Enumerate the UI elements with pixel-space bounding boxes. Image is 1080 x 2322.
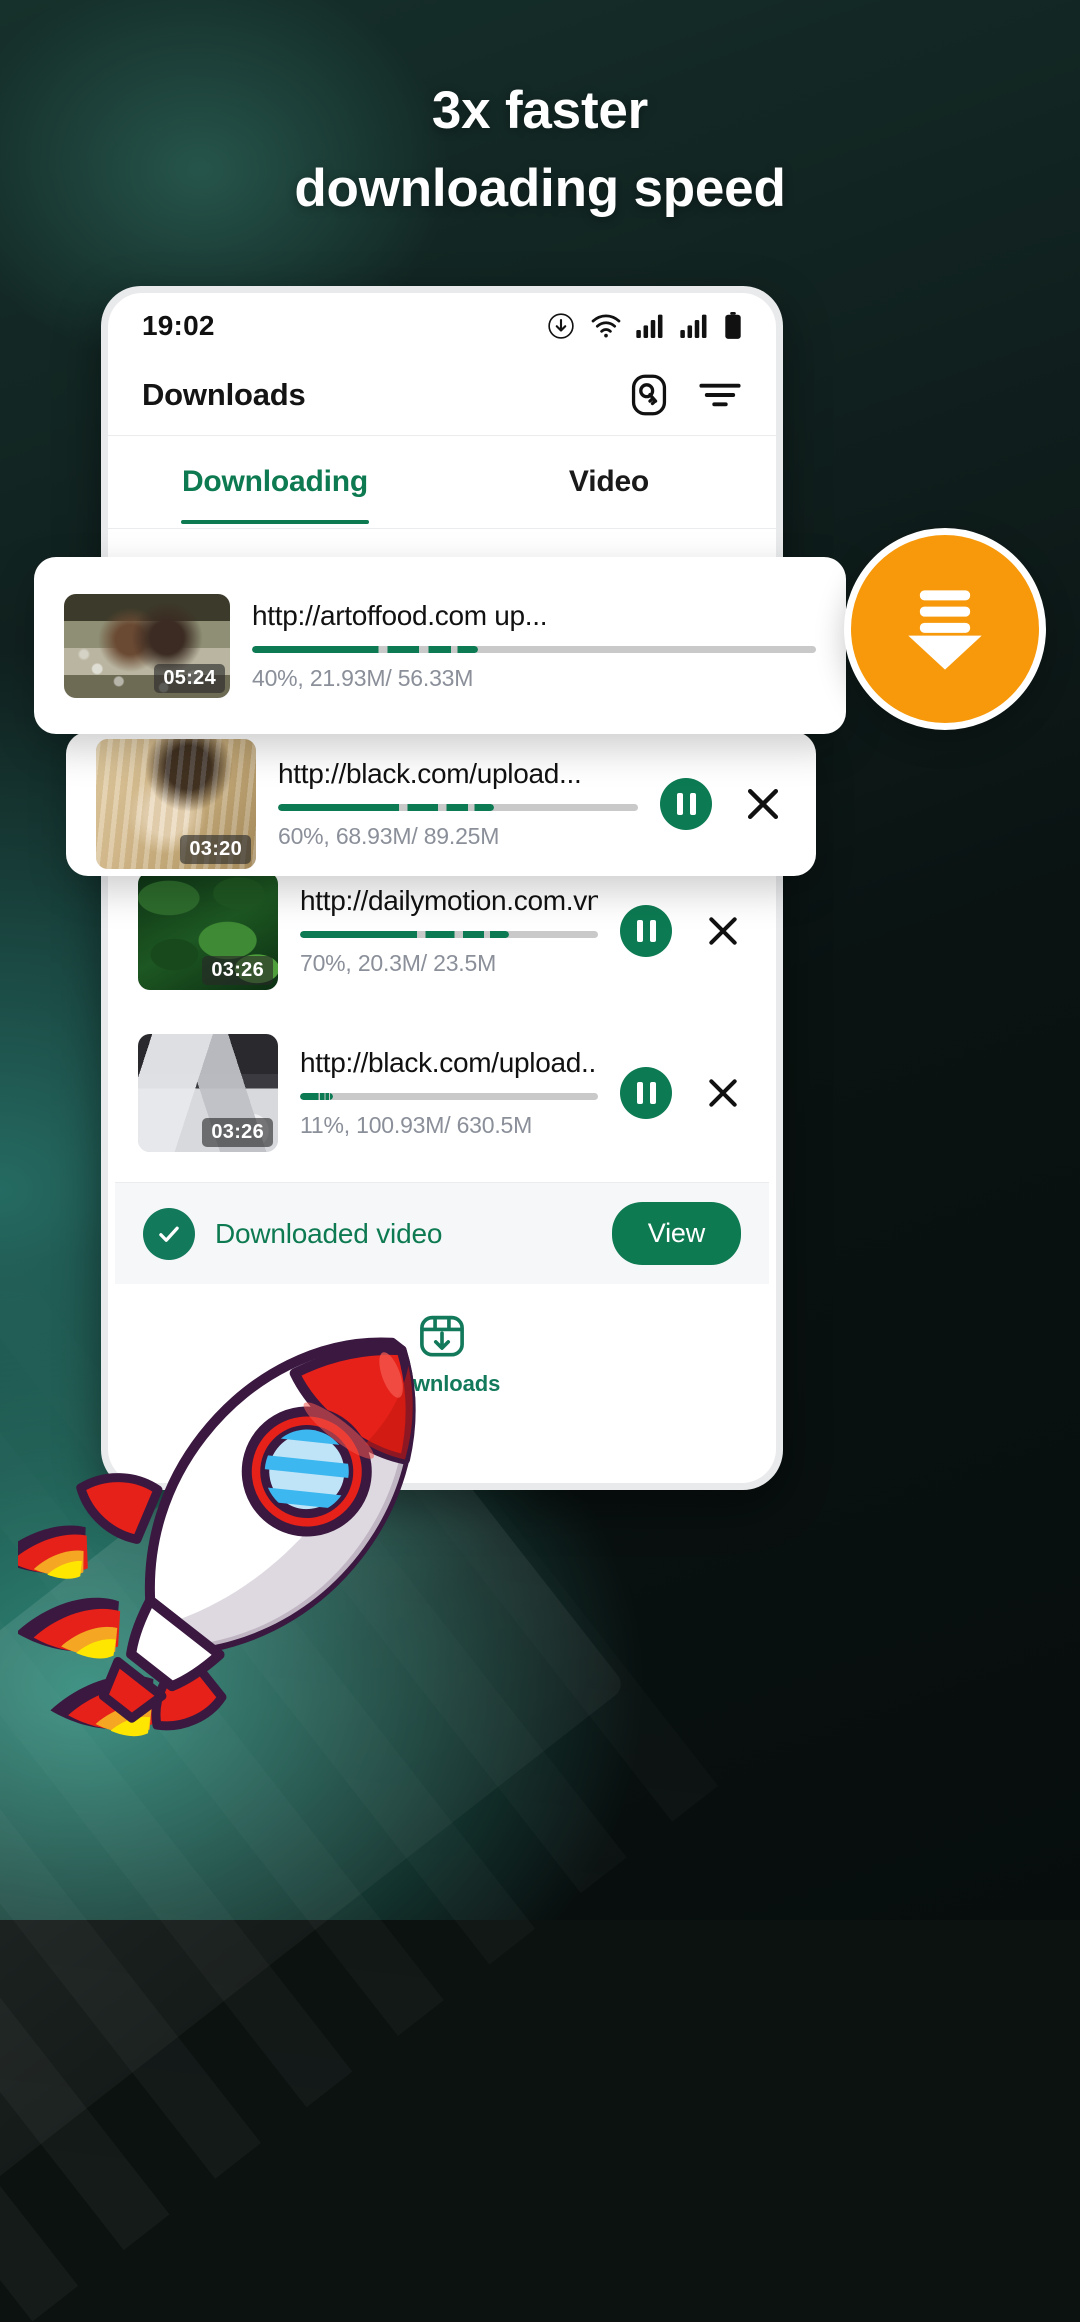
signal-icon xyxy=(680,314,707,338)
video-duration: 05:24 xyxy=(154,663,225,693)
status-icons xyxy=(546,311,742,341)
download-url: http://artoffood.com up... xyxy=(252,599,548,631)
cancel-button[interactable] xyxy=(700,908,746,954)
wifi-icon xyxy=(591,314,621,338)
signal-icon xyxy=(636,314,663,338)
rocket-illustration xyxy=(0,1240,478,1860)
progress-bar xyxy=(300,1093,598,1100)
key-button[interactable] xyxy=(626,372,672,418)
filter-button[interactable] xyxy=(698,376,742,414)
tab-active-indicator xyxy=(181,520,369,524)
download-actions xyxy=(660,778,786,830)
headline-line-2: downloading speed xyxy=(294,159,786,219)
download-row[interactable]: 03:26 http://black.com/upload... 11%, 10… xyxy=(108,1012,776,1174)
tab-downloading-label: Downloading xyxy=(181,465,369,498)
pause-button[interactable] xyxy=(620,1067,672,1119)
pause-button[interactable] xyxy=(660,778,712,830)
download-stats: 70%, 20.3M/ 23.5M xyxy=(300,950,497,976)
close-icon xyxy=(709,1079,737,1107)
app-bar: Downloads xyxy=(108,355,776,435)
progress-bar-fill xyxy=(278,804,494,811)
tab-downloading[interactable]: Downloading xyxy=(108,436,442,528)
download-row[interactable]: 05:24 http://artoffood.com up... 40%, 21… xyxy=(34,557,846,734)
progress-bar xyxy=(278,804,638,811)
tab-video[interactable]: Video xyxy=(442,436,776,528)
progress-bar-fill xyxy=(300,1093,333,1100)
download-circle-icon xyxy=(548,313,574,339)
download-stats: 40%, 21.93M/ 56.33M xyxy=(252,664,474,691)
close-icon xyxy=(747,788,779,820)
download-actions xyxy=(620,1067,746,1119)
cancel-button[interactable] xyxy=(700,1070,746,1116)
download-info: http://black.com/upload... 60%, 68.93M/ … xyxy=(278,758,638,850)
cancel-button[interactable] xyxy=(740,781,786,827)
download-row[interactable]: 03:20 http://black.com/upload... 60%, 68… xyxy=(66,732,816,876)
download-url: http://dailymotion.com.vn... xyxy=(300,885,598,916)
download-info: http://dailymotion.com.vn... 70%, 20.3M/… xyxy=(300,885,598,977)
progress-bar xyxy=(300,931,598,938)
status-time: 19:02 xyxy=(142,310,215,341)
download-actions xyxy=(620,905,746,957)
page-title: Downloads xyxy=(142,377,306,412)
filter-icon xyxy=(699,383,741,407)
download-stats: 60%, 68.93M/ 89.25M xyxy=(278,823,500,849)
tab-bar: Downloading Video xyxy=(108,436,776,528)
progress-bar-fill xyxy=(252,645,478,653)
promo-headline: 3x faster downloading speed xyxy=(0,72,1080,229)
progress-bar-fill xyxy=(300,931,509,938)
video-thumbnail[interactable]: 05:24 xyxy=(64,593,230,698)
progress-bar xyxy=(252,645,816,653)
view-button[interactable]: View xyxy=(611,1202,741,1265)
download-fab[interactable] xyxy=(844,528,1046,730)
download-info: http://black.com/upload... 11%, 100.93M/… xyxy=(300,1047,598,1139)
video-thumbnail[interactable]: 03:26 xyxy=(138,872,278,990)
key-icon xyxy=(631,374,667,416)
video-duration: 03:20 xyxy=(180,835,251,864)
close-icon xyxy=(709,917,737,945)
download-url: http://black.com/upload... xyxy=(300,1047,598,1078)
headline-line-1: 3x faster xyxy=(431,81,649,140)
video-duration: 03:26 xyxy=(202,1118,273,1147)
battery-icon xyxy=(725,312,741,339)
app-bar-actions xyxy=(626,372,742,418)
download-url: http://black.com/upload... xyxy=(278,758,582,789)
video-thumbnail[interactable]: 03:20 xyxy=(96,739,256,869)
rocket-graphic xyxy=(0,1337,416,1737)
pause-button[interactable] xyxy=(620,905,672,957)
video-duration: 03:26 xyxy=(202,956,273,985)
video-thumbnail[interactable]: 03:26 xyxy=(138,1034,278,1152)
status-bar: 19:02 xyxy=(108,293,776,355)
download-stats: 11%, 100.93M/ 630.5M xyxy=(300,1112,533,1138)
download-arrow-icon xyxy=(908,590,982,670)
tab-video-label: Video xyxy=(568,465,650,498)
download-info: http://artoffood.com up... 40%, 21.93M/ … xyxy=(252,600,816,692)
